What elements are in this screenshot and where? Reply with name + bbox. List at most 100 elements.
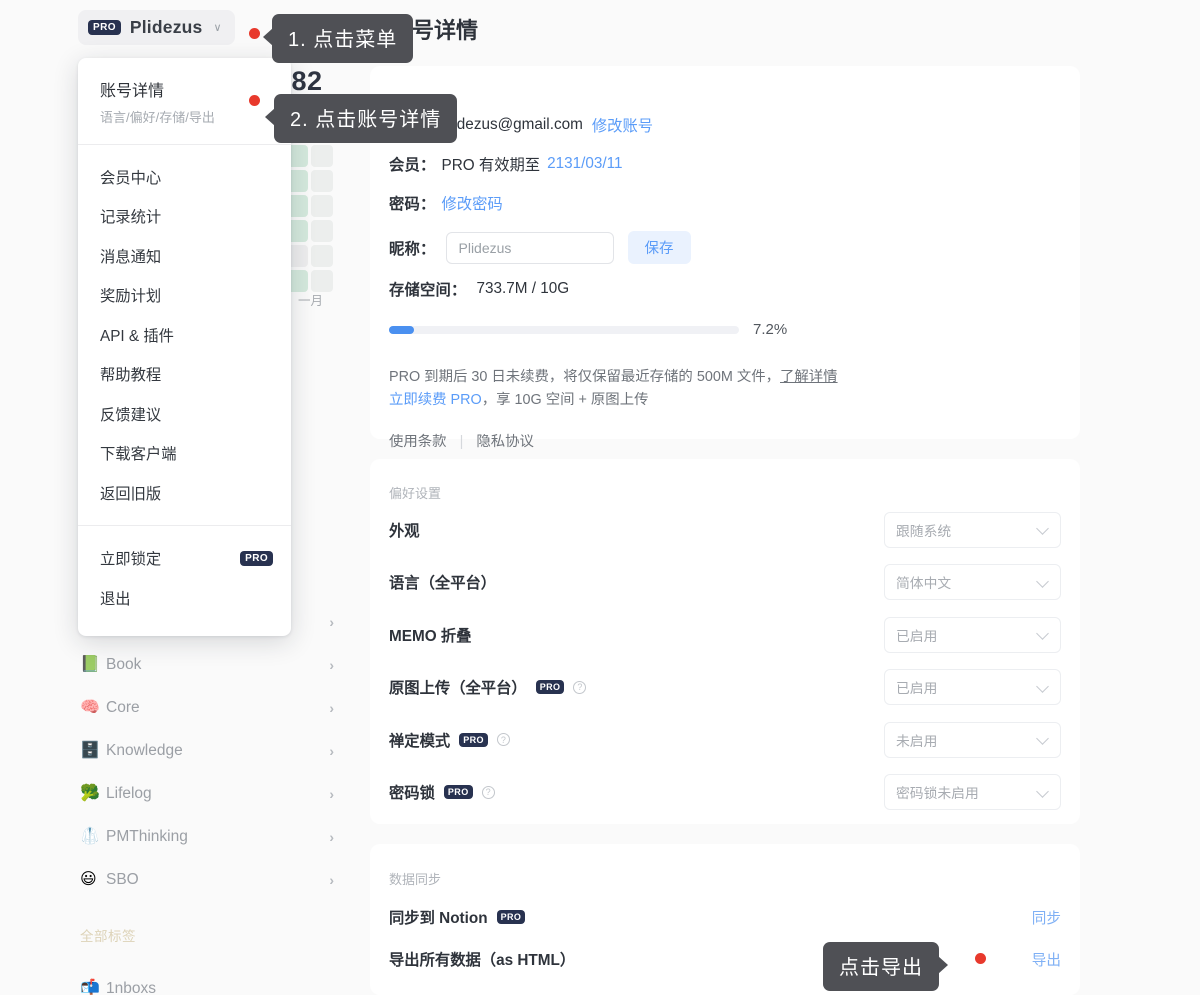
account-email-row: 账号： plidezus@gmail.com 修改账号	[389, 114, 1080, 136]
original-upload-select[interactable]: 已启用	[884, 669, 1061, 705]
data-sync-caption: 数据同步	[370, 844, 1080, 888]
menu-item-lock-now[interactable]: 立即锁定 PRO	[78, 539, 291, 579]
folder-emoji: 🥼	[80, 829, 106, 845]
menu-group-bottom: 立即锁定 PRO 退出	[78, 526, 291, 636]
folder-emoji: 🥦	[80, 786, 106, 802]
account-password-label: 密码：	[389, 192, 436, 214]
menu-item-help[interactable]: 帮助教程	[78, 355, 291, 395]
preference-label: MEMO 折叠	[389, 624, 471, 646]
chevron-down-icon	[1037, 526, 1049, 533]
menu-header-subtitle: 语言/偏好/存储/导出	[100, 107, 291, 126]
select-value: 跟随系统	[896, 520, 1037, 540]
select-value: 密码锁未启用	[896, 782, 1037, 802]
folder-row[interactable]: 🥼 PMThinking ›	[60, 815, 352, 858]
pro-badge-icon: PRO	[536, 680, 565, 694]
passcode-lock-select[interactable]: 密码锁未启用	[884, 774, 1061, 810]
folder-row[interactable]: 😃 SBO ›	[60, 858, 352, 901]
memo-fold-select[interactable]: 已启用	[884, 617, 1061, 653]
renew-pro-tail: ，享 10G 空间 + 原图上传	[482, 392, 649, 408]
heatmap-cell	[311, 270, 333, 292]
heatmap-cell	[311, 195, 333, 217]
main-content: 账号详情 账号： plidezus@gmail.com 修改账号 会员： PRO…	[352, 0, 1200, 995]
folder-label: Core	[106, 699, 329, 717]
heatmap-cell	[311, 220, 333, 242]
tag-label: 1nboxs	[106, 980, 334, 995]
brand-name: Plidezus	[130, 17, 203, 38]
folder-emoji: 📗	[80, 657, 106, 673]
folder-row[interactable]: 📗 Book ›	[60, 643, 352, 686]
chevron-right-icon: ›	[329, 614, 334, 630]
all-tags-heading: 全部标签	[80, 925, 136, 945]
heatmap-cell	[311, 145, 333, 167]
menu-item-label: 下载客户端	[100, 442, 177, 464]
change-email-link[interactable]: 修改账号	[592, 114, 653, 136]
help-icon[interactable]: ?	[482, 786, 495, 799]
folder-emoji: 🗄️	[80, 743, 106, 759]
tooltip-step2: 2. 点击账号详情	[274, 94, 457, 143]
folder-label: SBO	[106, 871, 329, 889]
learn-more-link[interactable]: 了解详情	[780, 369, 838, 385]
folder-label: Knowledge	[106, 742, 329, 760]
preference-label: 禅定模式	[389, 729, 450, 751]
pro-expiry-notice: PRO 到期后 30 日未续费，将仅保留最近存储的 500M 文件，了解详情 立…	[389, 366, 1080, 413]
menu-item-old-version[interactable]: 返回旧版	[78, 473, 291, 513]
help-icon[interactable]: ?	[497, 733, 510, 746]
select-value: 未启用	[896, 730, 1037, 750]
preference-row-zen-mode: 禅定模式 PRO ? 未启用	[370, 715, 1080, 765]
data-sync-card: 数据同步 同步到 Notion PRO 同步 导出所有数据（as HTML） 导…	[370, 844, 1080, 995]
menu-item-logout[interactable]: 退出	[78, 578, 291, 618]
folder-row[interactable]: 🧠 Core ›	[60, 686, 352, 729]
menu-item-api-plugins[interactable]: API & 插件	[78, 315, 291, 355]
sync-notion-action[interactable]: 同步	[1032, 907, 1061, 928]
menu-item-rewards[interactable]: 奖励计划	[78, 276, 291, 316]
menu-item-label: 帮助教程	[100, 363, 161, 385]
chevron-down-icon	[1037, 579, 1049, 586]
export-all-data-action[interactable]: 导出	[1032, 949, 1061, 970]
save-nickname-button[interactable]: 保存	[628, 231, 691, 264]
tag-row-1nboxs[interactable]: 📬 1nboxs	[60, 972, 352, 995]
menu-item-membership[interactable]: 会员中心	[78, 157, 291, 197]
nickname-input[interactable]	[446, 232, 614, 264]
select-value: 简体中文	[896, 572, 1037, 592]
zen-mode-select[interactable]: 未启用	[884, 722, 1061, 758]
menu-item-download-client[interactable]: 下载客户端	[78, 434, 291, 474]
menu-item-label: 消息通知	[100, 245, 161, 267]
appearance-select[interactable]: 跟随系统	[884, 512, 1061, 548]
language-select[interactable]: 简体中文	[884, 564, 1061, 600]
heatmap-cell	[311, 245, 333, 267]
preferences-caption: 偏好设置	[370, 459, 1080, 502]
terms-link[interactable]: 使用条款	[389, 434, 447, 450]
change-password-link[interactable]: 修改密码	[442, 192, 503, 214]
menu-item-statistics[interactable]: 记录统计	[78, 197, 291, 237]
pro-badge-icon: PRO	[497, 910, 526, 924]
menu-item-label: 记录统计	[100, 205, 161, 227]
menu-item-feedback[interactable]: 反馈建议	[78, 394, 291, 434]
sync-row-notion: 同步到 Notion PRO 同步	[370, 896, 1080, 938]
chevron-right-icon: ›	[329, 786, 334, 802]
account-member-row: 会员： PRO 有效期至 2131/03/11	[389, 153, 1080, 175]
folder-row[interactable]: 🗄️ Knowledge ›	[60, 729, 352, 772]
app-root: PRO Plidezus ∨ 082 一月 ›	[0, 0, 1200, 995]
privacy-link[interactable]: 隐私协议	[476, 434, 534, 450]
terms-row: 使用条款 | 隐私协议	[389, 430, 1080, 451]
renew-pro-link[interactable]: 立即续费 PRO	[389, 392, 482, 408]
tooltip-step3: 点击导出	[823, 942, 939, 991]
brand-workspace-switcher[interactable]: PRO Plidezus ∨	[78, 10, 235, 45]
storage-value: 733.7M / 10G	[477, 280, 570, 298]
callout-dot-step1	[249, 28, 260, 39]
folder-label: PMThinking	[106, 828, 329, 846]
storage-progress-row: 7.2%	[389, 321, 1080, 338]
contribution-heatmap	[286, 120, 338, 300]
menu-item-notifications[interactable]: 消息通知	[78, 236, 291, 276]
help-icon[interactable]: ?	[573, 681, 586, 694]
membership-expiry-date[interactable]: 2131/03/11	[547, 155, 622, 173]
preference-row-language: 语言（全平台） 简体中文	[370, 558, 1080, 608]
folder-emoji: 🧠	[80, 700, 106, 716]
select-value: 已启用	[896, 625, 1037, 645]
folder-row[interactable]: 🥦 Lifelog ›	[60, 772, 352, 815]
preference-row-memo-fold: MEMO 折叠 已启用	[370, 610, 1080, 660]
select-value: 已启用	[896, 677, 1037, 697]
storage-label: 存储空间：	[389, 278, 467, 300]
folder-label: Book	[106, 656, 329, 674]
account-password-row: 密码： 修改密码	[389, 192, 1080, 214]
